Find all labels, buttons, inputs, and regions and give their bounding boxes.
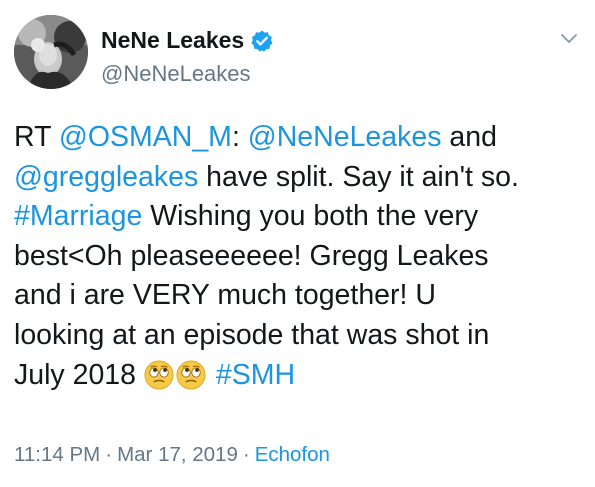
tweet-text-segment: RT: [14, 121, 59, 153]
mention-link[interactable]: @OSMAN_M: [59, 121, 232, 153]
tweet-text-line: RT @OSMAN_M: @NeNeLeakes and: [14, 118, 586, 158]
tweet-text-segment: :: [231, 121, 248, 153]
avatar[interactable]: [14, 15, 88, 89]
tweet-text-segment: best<Oh pleaseeeeee! Gregg Leakes: [14, 239, 489, 272]
meta-separator: ·: [105, 443, 113, 466]
tweet-text-segment: have split. Say it ain't so.: [198, 160, 519, 193]
hashtag-link[interactable]: #Marriage: [14, 200, 142, 232]
tweet-text-line: @greggleakes have split. Say it ain't so…: [14, 158, 586, 198]
mention-link[interactable]: @NeNeLeakes: [248, 121, 442, 153]
face-with-rolling-eyes-icon: [176, 360, 206, 390]
user-handle[interactable]: @NeNeLeakes: [101, 61, 251, 87]
tweet-meta: 11:14 PM · Mar 17, 2019 · Echofon: [14, 443, 330, 467]
tweet-time[interactable]: 11:14 PM: [14, 443, 100, 466]
mention-link[interactable]: @greggleakes: [14, 161, 198, 193]
verified-badge-icon: [250, 29, 274, 53]
user-name-row[interactable]: NeNe Leakes: [101, 27, 274, 54]
tweet-card: NeNe Leakes @NeNeLeakes RT @OSMAN_M: @Ne…: [0, 0, 595, 487]
tweet-text-line: #Marriage Wishing you both the very: [14, 197, 586, 237]
tweet-text-segment: July 2018: [14, 358, 144, 391]
hashtag-link[interactable]: #SMH: [216, 359, 295, 391]
tweet-text-line: looking at an episode that was shot in: [14, 316, 586, 356]
tweet-text-segment: [208, 359, 216, 391]
tweet-source-link[interactable]: Echofon: [255, 443, 330, 466]
tweet-text-segment: looking at an episode that was shot in: [14, 318, 490, 351]
tweet-text-segment: and i are VERY much together! U: [14, 279, 436, 312]
tweet-date[interactable]: Mar 17, 2019: [117, 443, 238, 466]
tweet-text: RT @OSMAN_M: @NeNeLeakes and @greggleakes…: [14, 118, 586, 395]
tweet-text-segment: and: [441, 121, 497, 153]
face-with-rolling-eyes-icon: [144, 360, 174, 390]
tweet-text-segment: Wishing you both the very: [142, 200, 479, 233]
chevron-down-icon[interactable]: [557, 30, 581, 48]
display-name[interactable]: NeNe Leakes: [101, 27, 244, 54]
tweet-text-line: and i are VERY much together! U: [14, 276, 586, 316]
tweet-text-line: best<Oh pleaseeeeee! Gregg Leakes: [14, 237, 586, 277]
meta-separator: ·: [242, 443, 250, 466]
tweet-text-line: July 2018 #SMH: [14, 356, 586, 396]
